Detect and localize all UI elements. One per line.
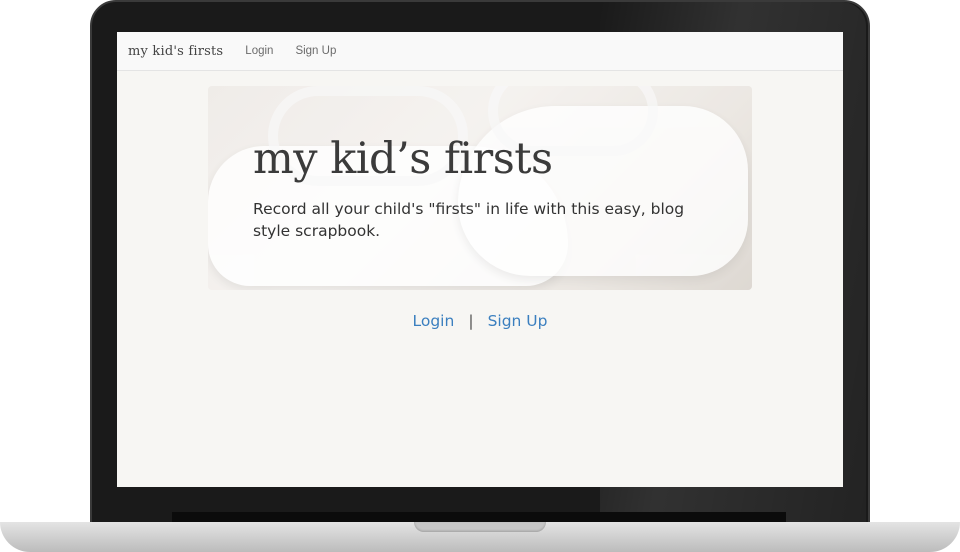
browser-screen: my kid's firsts Login Sign Up my kid’s f…	[117, 32, 843, 487]
hero-subtitle: Record all your child's "firsts" in life…	[253, 200, 685, 240]
signup-link[interactable]: Sign Up	[488, 312, 548, 330]
auth-links: Login | Sign Up	[117, 312, 843, 330]
hero-banner: my kid’s firsts Record all your child's …	[208, 86, 752, 290]
laptop-notch	[414, 522, 546, 532]
navbar: my kid's firsts Login Sign Up	[117, 32, 843, 71]
link-separator: |	[468, 312, 474, 330]
login-link[interactable]: Login	[413, 312, 455, 330]
hero-title: my kid’s firsts	[253, 134, 553, 184]
nav-signup-link[interactable]: Sign Up	[295, 45, 336, 57]
nav-login-link[interactable]: Login	[245, 45, 273, 57]
screen-bottom-bezel	[172, 512, 786, 522]
navbar-brand[interactable]: my kid's firsts	[128, 44, 223, 59]
hero-overlay	[208, 86, 752, 290]
